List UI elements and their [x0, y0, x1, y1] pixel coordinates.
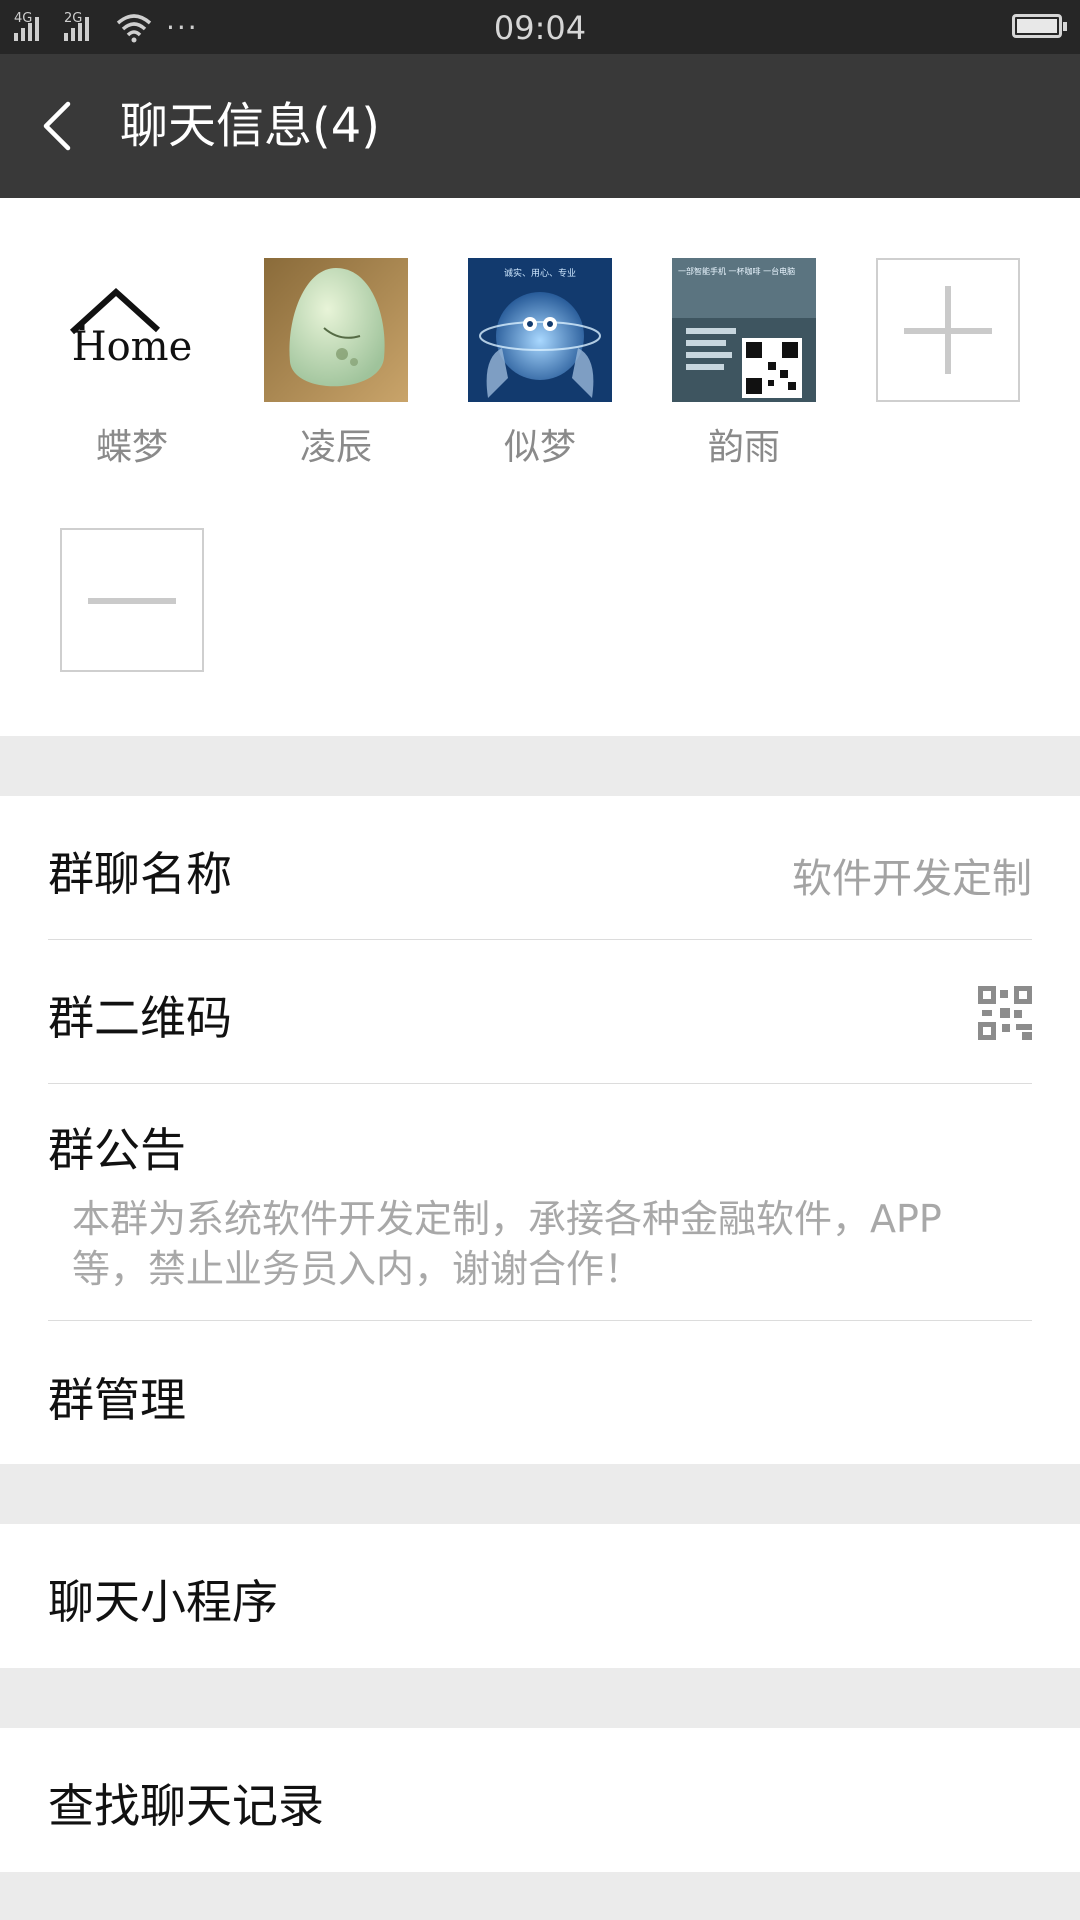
avatar[interactable]: Home — [60, 258, 204, 402]
add-member-button[interactable] — [876, 258, 1020, 402]
status-bar: 4G 2G ··· 09:04 — [0, 0, 1080, 54]
group-name-label: 群聊名称 — [48, 847, 232, 901]
avatar-caption: 一部智能手机 一杯咖啡 一台电脑 — [678, 266, 795, 276]
group-name-row[interactable]: 群聊名称 软件开发定制 — [48, 838, 1032, 902]
group-qr-row[interactable]: 群二维码 — [48, 982, 1032, 1045]
title-bar: 聊天信息(4) — [0, 54, 1080, 198]
group-settings-section: 群聊名称 软件开发定制 群二维码 群公告 本群为系统软件开发定制，承接各种金融软… — [0, 796, 1080, 1464]
avatar-caption: Home — [72, 324, 193, 370]
remove-member-button[interactable] — [60, 528, 204, 672]
home-logo-icon: Home — [69, 287, 193, 370]
member-item[interactable]: 诚实、用心、专业 似梦 — [468, 258, 612, 470]
search-history-row[interactable]: 查找聊天记录 — [48, 1770, 1032, 1833]
qr-code-icon — [978, 986, 1032, 1040]
battery-icon — [1012, 14, 1067, 38]
group-qr-label: 群二维码 — [48, 991, 232, 1045]
member-grid: Home 蝶梦 凌辰 诚实、用心、专业 似梦 一部智能手机 一杯咖啡 一台电脑 … — [0, 198, 1080, 736]
globe-hands-image: 诚实、用心、专业 — [468, 258, 612, 402]
member-name: 似梦 — [503, 427, 576, 468]
divider — [48, 1320, 1032, 1321]
member-item[interactable]: 凌辰 — [264, 258, 408, 470]
group-name-value: 软件开发定制 — [792, 856, 1032, 902]
group-manage-label: 群管理 — [48, 1373, 186, 1427]
mini-programs-label: 聊天小程序 — [48, 1575, 278, 1629]
avatar[interactable] — [264, 258, 408, 402]
divider — [48, 1083, 1032, 1084]
status-time: 09:04 — [493, 9, 587, 47]
back-button[interactable] — [30, 96, 90, 156]
member-item[interactable]: 一部智能手机 一杯咖啡 一台电脑 韵雨 — [672, 258, 816, 470]
jade-pendant-image — [264, 258, 408, 402]
avatar-caption: 诚实、用心、专业 — [504, 267, 576, 279]
member-name: 蝶梦 — [95, 427, 168, 468]
promo-qr-image: 一部智能手机 一杯咖啡 一台电脑 — [672, 258, 816, 402]
avatar[interactable]: 诚实、用心、专业 — [468, 258, 612, 402]
page-title: 聊天信息(4) — [120, 98, 380, 154]
member-item[interactable]: Home 蝶梦 — [60, 258, 204, 470]
mini-programs-section: 聊天小程序 — [0, 1524, 1080, 1668]
member-name: 凌辰 — [299, 427, 372, 468]
group-announcement-row[interactable]: 群公告 本群为系统软件开发定制，承接各种金融软件，APP等，禁止业务员入内，谢谢… — [48, 1114, 1032, 1314]
mini-programs-row[interactable]: 聊天小程序 — [48, 1566, 1032, 1629]
group-manage-row[interactable]: 群管理 — [48, 1364, 1032, 1427]
member-name: 韵雨 — [707, 427, 780, 468]
search-history-label: 查找聊天记录 — [48, 1779, 324, 1833]
search-history-section: 查找聊天记录 — [0, 1728, 1080, 1872]
group-announcement-label: 群公告 — [48, 1123, 186, 1177]
chevron-left-icon — [43, 101, 71, 151]
group-announcement-text: 本群为系统软件开发定制，承接各种金融软件，APP等，禁止业务员入内，谢谢合作！ — [72, 1197, 942, 1291]
divider — [48, 939, 1032, 940]
avatar[interactable]: 一部智能手机 一杯咖啡 一台电脑 — [672, 258, 816, 402]
